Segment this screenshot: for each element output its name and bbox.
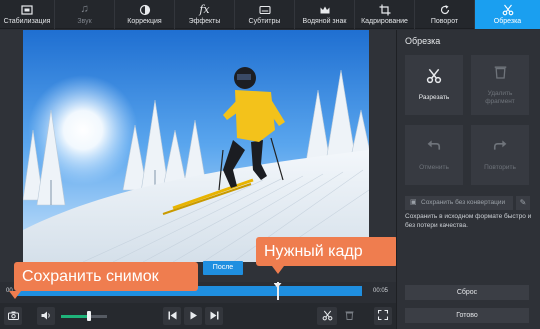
camera-icon xyxy=(7,311,19,322)
after-button[interactable]: После xyxy=(203,261,243,275)
app-window: Стабилизация ♫ Звук Коррекция fx Эффекты… xyxy=(0,0,540,329)
magic-wand-button[interactable]: ✎ xyxy=(516,196,530,210)
subtitles-icon xyxy=(258,3,272,16)
tab-label: Кадрирование xyxy=(361,18,408,25)
camera-button[interactable] xyxy=(4,307,22,325)
delete-fragment-button[interactable]: Удалить фрагмент xyxy=(471,55,529,115)
cut-button[interactable] xyxy=(317,307,337,325)
tab-label: Звук xyxy=(77,18,92,25)
crop-icon xyxy=(378,3,392,16)
prev-frame-button[interactable] xyxy=(163,307,181,325)
cut-action-button[interactable]: Разрезать xyxy=(405,55,463,115)
tab-label: Обрезка xyxy=(493,18,522,25)
undo-button[interactable]: Отменить xyxy=(405,125,463,185)
tab-effects[interactable]: fx Эффекты xyxy=(175,0,235,29)
rotate-icon xyxy=(438,3,452,16)
redo-icon xyxy=(493,138,507,156)
next-frame-button[interactable] xyxy=(205,307,223,325)
tab-label: Водяной знак xyxy=(302,18,347,25)
frame-callout-pointer xyxy=(272,266,284,274)
tab-label: Поворот xyxy=(430,18,459,25)
scissors-icon xyxy=(322,310,333,323)
toolbar: Стабилизация ♫ Звук Коррекция fx Эффекты… xyxy=(0,0,540,29)
control-bar xyxy=(0,303,396,329)
redo-button[interactable]: Повторить xyxy=(471,125,529,185)
skip-forward-icon xyxy=(210,311,219,322)
skip-back-icon xyxy=(168,311,177,322)
tab-trim[interactable]: Обрезка xyxy=(475,0,540,29)
snapshot-callout: Сохранить снимок xyxy=(14,262,198,291)
panel-title: Обрезка xyxy=(405,36,441,46)
tab-label: Субтитры xyxy=(248,18,281,25)
undo-label: Отменить xyxy=(419,164,449,171)
fullscreen-button[interactable] xyxy=(374,307,392,325)
video-preview[interactable] xyxy=(23,30,369,262)
magic-wand-icon: ✎ xyxy=(519,198,527,207)
tab-correction[interactable]: Коррекция xyxy=(115,0,175,29)
tab-subtitles[interactable]: Субтитры xyxy=(235,0,295,29)
done-button[interactable]: Готово xyxy=(405,308,529,323)
fx-icon: fx xyxy=(199,3,210,16)
snapshot-callout-pointer xyxy=(9,291,21,299)
delete-button[interactable] xyxy=(340,307,358,325)
speaker-icon xyxy=(41,311,51,322)
trash-icon xyxy=(494,64,507,82)
undo-icon xyxy=(427,138,441,156)
stabilize-icon xyxy=(20,3,34,16)
playhead[interactable] xyxy=(276,282,279,300)
tab-stabilization[interactable]: Стабилизация xyxy=(0,0,55,29)
music-note-icon: ♫ xyxy=(80,3,89,15)
play-button[interactable] xyxy=(184,307,202,325)
volume-button[interactable] xyxy=(37,307,55,325)
save-label: Сохранить без конвертации xyxy=(421,199,506,206)
tab-watermark[interactable]: Водяной знак xyxy=(295,0,355,29)
save-description: Сохранить в исходном формате быстро и бе… xyxy=(405,213,532,229)
crown-icon xyxy=(318,3,332,16)
tab-label: Коррекция xyxy=(127,18,162,25)
time-end: 00:05 xyxy=(372,288,388,294)
volume-knob[interactable] xyxy=(86,311,91,321)
tab-crop[interactable]: Кадрирование xyxy=(355,0,415,29)
trim-panel: Обрезка Разрезать Удалить фрагмент Отмен… xyxy=(396,30,540,329)
fullscreen-icon xyxy=(377,309,389,322)
tab-rotate[interactable]: Поворот xyxy=(415,0,475,29)
redo-label: Повторить xyxy=(484,164,516,171)
tab-label: Стабилизация xyxy=(3,18,51,25)
film-icon: ▣ xyxy=(410,199,417,206)
trash-icon xyxy=(345,310,354,322)
scissors-icon xyxy=(501,3,515,16)
scissors-icon xyxy=(426,68,442,86)
frame-callout: Нужный кадр xyxy=(256,237,398,266)
reset-button[interactable]: Сброс xyxy=(405,285,529,300)
tab-label: Эффекты xyxy=(188,18,221,25)
save-without-conversion-button[interactable]: ▣ Сохранить без конвертации xyxy=(405,196,513,210)
play-icon xyxy=(189,311,198,322)
cut-label: Разрезать xyxy=(418,94,450,101)
volume-level xyxy=(61,315,89,318)
contrast-icon xyxy=(138,3,152,16)
tab-sound[interactable]: ♫ Звук xyxy=(55,0,115,29)
delete-label: Удалить фрагмент xyxy=(485,90,515,105)
